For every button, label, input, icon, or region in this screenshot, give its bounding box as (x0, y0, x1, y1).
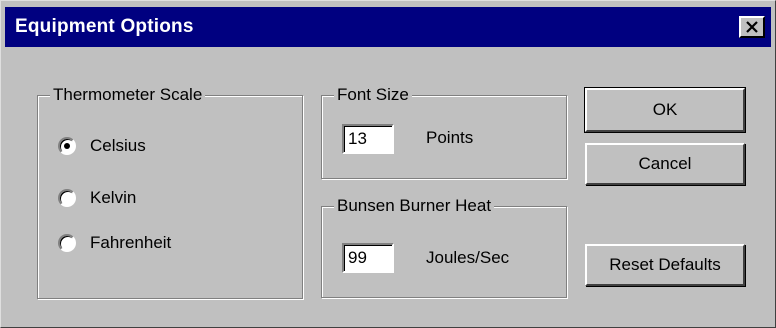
equipment-options-dialog: Equipment Options Thermometer Scale Cels… (0, 0, 776, 328)
bunsen-burner-heat-group: Bunsen Burner Heat 99 Joules/Sec (321, 196, 567, 298)
ok-button[interactable]: OK (584, 87, 746, 133)
font-size-legend: Font Size (334, 85, 412, 105)
radio-button[interactable] (58, 189, 76, 207)
close-button[interactable] (739, 16, 765, 38)
font-size-group: Font Size 13 Points (321, 85, 567, 179)
bunsen-heat-input[interactable]: 99 (342, 243, 394, 273)
font-size-input[interactable]: 13 (342, 124, 394, 154)
title-bar[interactable]: Equipment Options (5, 7, 771, 47)
radio-label-kelvin: Kelvin (90, 188, 137, 207)
reset-defaults-button[interactable]: Reset Defaults (585, 244, 745, 286)
radio-button-checked[interactable] (58, 137, 76, 155)
radio-celsius[interactable]: Celsius (58, 134, 146, 158)
thermometer-scale-group: Thermometer Scale Celsius Kelvin Fahrenh… (37, 85, 303, 299)
radio-button[interactable] (58, 234, 76, 252)
radio-kelvin[interactable]: Kelvin (58, 186, 136, 210)
window-title: Equipment Options (15, 16, 194, 37)
font-size-unit-label: Points (426, 128, 474, 147)
thermometer-scale-legend: Thermometer Scale (50, 85, 206, 105)
radio-label-celsius: Celsius (90, 136, 146, 155)
radio-label-fahrenheit: Fahrenheit (90, 233, 172, 252)
close-icon (746, 21, 758, 33)
bunsen-burner-heat-legend: Bunsen Burner Heat (334, 196, 495, 216)
radio-fahrenheit[interactable]: Fahrenheit (58, 231, 171, 255)
cancel-button[interactable]: Cancel (585, 143, 745, 185)
bunsen-heat-unit-label: Joules/Sec (426, 248, 510, 267)
